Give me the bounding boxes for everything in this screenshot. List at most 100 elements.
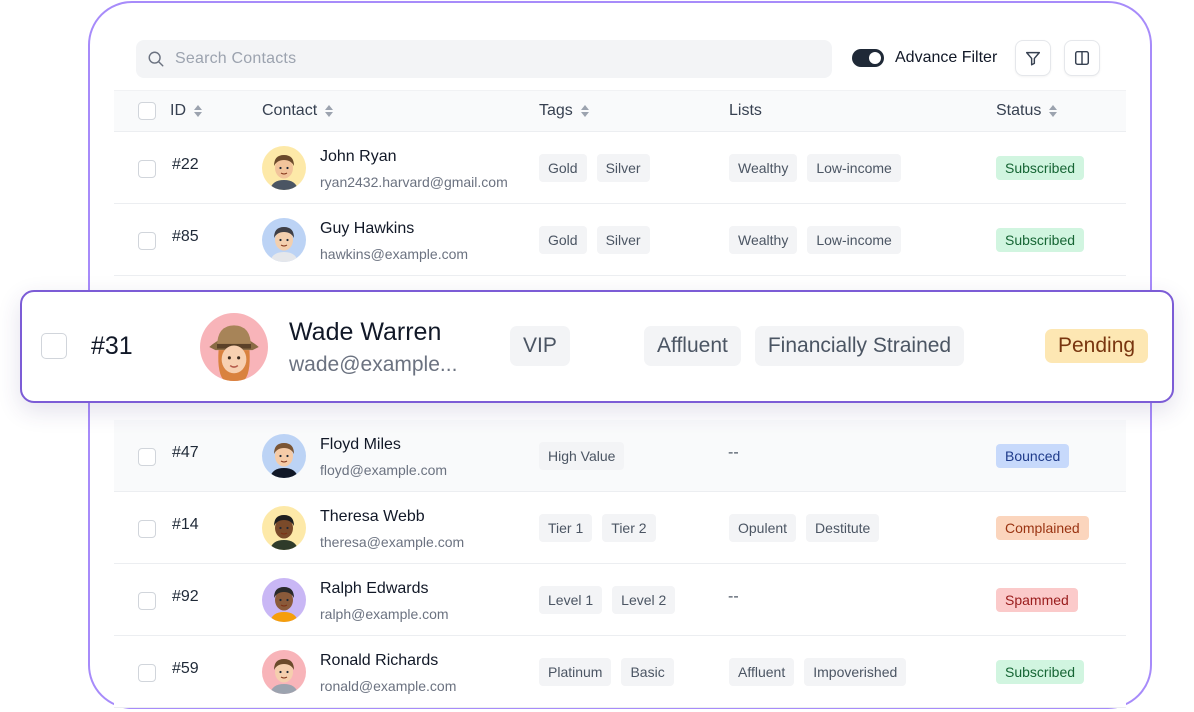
- list-chip: Wealthy: [729, 226, 798, 254]
- lists-cell: Affluent Financially Strained: [644, 326, 965, 366]
- table-row[interactable]: #85 Guy Hawkins hawkins@example.com Gold Sil…: [114, 204, 1126, 276]
- tags-cell: High Value: [539, 442, 625, 470]
- contact-name: Floyd Miles: [320, 436, 401, 453]
- advance-filter-label: Advance Filter: [895, 49, 998, 66]
- table-row[interactable]: #22 John Ryan ryan2432.harvard@gmail.com Go…: [114, 132, 1126, 204]
- contact-name: Ronald Richards: [320, 652, 439, 669]
- row-checkbox[interactable]: [138, 592, 156, 610]
- avatar: [262, 218, 306, 262]
- list-chip: Low-income: [807, 226, 901, 254]
- header-id[interactable]: ID: [170, 91, 202, 131]
- tag-chip: Basic: [621, 658, 674, 686]
- contact-email: theresa@example.com: [320, 534, 465, 550]
- header-id-label: ID: [170, 102, 186, 119]
- status-badge: Subscribed: [996, 660, 1085, 684]
- advance-filter[interactable]: Advance Filter: [852, 46, 997, 70]
- avatar: [262, 578, 306, 622]
- contact-id: #14: [172, 516, 199, 533]
- row-checkbox[interactable]: [138, 448, 156, 466]
- header-status[interactable]: Status: [996, 91, 1058, 131]
- row-checkbox[interactable]: [138, 520, 156, 538]
- header-tags-label: Tags: [539, 102, 573, 119]
- contact-id: #92: [172, 588, 199, 605]
- status-badge: Subscribed: [996, 228, 1085, 252]
- header-status-label: Status: [996, 102, 1042, 119]
- table-row[interactable]: #47 Floyd Miles floyd@example.com High Valu…: [114, 420, 1126, 492]
- tag-chip: Level 2: [612, 586, 676, 614]
- tag-chip: Tier 2: [602, 514, 656, 542]
- lists-cell: Affluent Impoverished: [729, 658, 907, 686]
- sort-icon: [194, 105, 202, 117]
- lists-empty: --: [728, 588, 739, 605]
- contact-id: #47: [172, 444, 199, 461]
- tag-chip: Gold: [539, 226, 587, 254]
- toggle-knob: [869, 52, 881, 64]
- contact-name: Ralph Edwards: [320, 580, 429, 597]
- tag-chip: Platinum: [539, 658, 612, 686]
- lists-empty: --: [728, 444, 739, 461]
- contact-name: Wade Warren: [289, 318, 442, 346]
- tag-chip: High Value: [539, 442, 625, 470]
- avatar: [200, 313, 268, 381]
- advance-filter-toggle[interactable]: [852, 49, 884, 67]
- list-chip: Destitute: [806, 514, 880, 542]
- contact-email: ronald@example.com: [320, 678, 457, 694]
- tags-cell: Level 1 Level 2: [539, 586, 676, 614]
- tag-chip: Gold: [539, 154, 587, 182]
- list-chip: Impoverished: [804, 658, 907, 686]
- table-row[interactable]: #59 Ronald Richards ronald@example.com Plat…: [114, 636, 1126, 708]
- status-badge: Subscribed: [996, 156, 1085, 180]
- tags-cell: Tier 1 Tier 2: [539, 514, 656, 542]
- sort-icon: [325, 105, 334, 117]
- avatar: [262, 146, 306, 190]
- contact-name: Guy Hawkins: [320, 220, 415, 237]
- tag-chip: Tier 1: [539, 514, 593, 542]
- contact-email: floyd@example.com: [320, 462, 448, 478]
- avatar: [262, 434, 306, 478]
- contact-name: Theresa Webb: [320, 508, 425, 525]
- status-badge: Spammed: [996, 588, 1078, 612]
- header-lists: Lists: [729, 91, 762, 131]
- row-checkbox[interactable]: [138, 664, 156, 682]
- list-chip: Financially Strained: [754, 326, 965, 366]
- search-input[interactable]: Search Contacts: [175, 50, 296, 68]
- header-contact[interactable]: Contact: [262, 91, 334, 131]
- lists-cell: Opulent Destitute: [729, 514, 880, 542]
- row-checkbox[interactable]: [41, 333, 67, 359]
- sort-icon: [580, 105, 589, 117]
- header-tags[interactable]: Tags: [539, 91, 589, 131]
- contact-id: #22: [172, 156, 199, 173]
- list-chip: Wealthy: [729, 154, 798, 182]
- contact-id: #85: [172, 228, 199, 245]
- featured-contact-card[interactable]: #31 Wade Warren wade@example... VIP Affl…: [20, 290, 1174, 403]
- search-icon: [148, 51, 164, 67]
- columns-button[interactable]: [1064, 40, 1100, 76]
- sort-icon: [1049, 105, 1058, 117]
- status-badge: Pending: [1045, 329, 1149, 363]
- lists-cell: Wealthy Low-income: [729, 226, 901, 254]
- filter-button[interactable]: [1015, 40, 1051, 76]
- tag-chip: Level 1: [539, 586, 603, 614]
- contact-id: #59: [172, 660, 199, 677]
- contact-id: #31: [91, 332, 133, 360]
- tag-chip: Silver: [596, 226, 650, 254]
- tags-cell: Gold Silver: [539, 154, 650, 182]
- row-checkbox[interactable]: [138, 232, 156, 250]
- search-bar[interactable]: Search Contacts: [136, 40, 832, 78]
- tags-cell: VIP: [510, 326, 570, 366]
- row-checkbox[interactable]: [138, 160, 156, 178]
- status-badge: Bounced: [996, 444, 1070, 468]
- avatar: [262, 506, 306, 550]
- tags-cell: Gold Silver: [539, 226, 650, 254]
- status-badge: Complained: [996, 516, 1089, 540]
- contact-name: John Ryan: [320, 148, 397, 165]
- avatar: [262, 650, 306, 694]
- list-chip: Affluent: [729, 658, 795, 686]
- tag-chip: VIP: [510, 326, 570, 366]
- table-row[interactable]: #14 Theresa Webb theresa@example.com Tier 1…: [114, 492, 1126, 564]
- contact-email: ralph@example.com: [320, 606, 449, 622]
- lists-cell: Wealthy Low-income: [729, 154, 901, 182]
- select-all-checkbox[interactable]: [138, 102, 156, 120]
- table-row[interactable]: #92 Ralph Edwards ralph@example.com Level 1…: [114, 564, 1126, 636]
- table-header: ID Contact Tags Lists Status: [114, 90, 1126, 132]
